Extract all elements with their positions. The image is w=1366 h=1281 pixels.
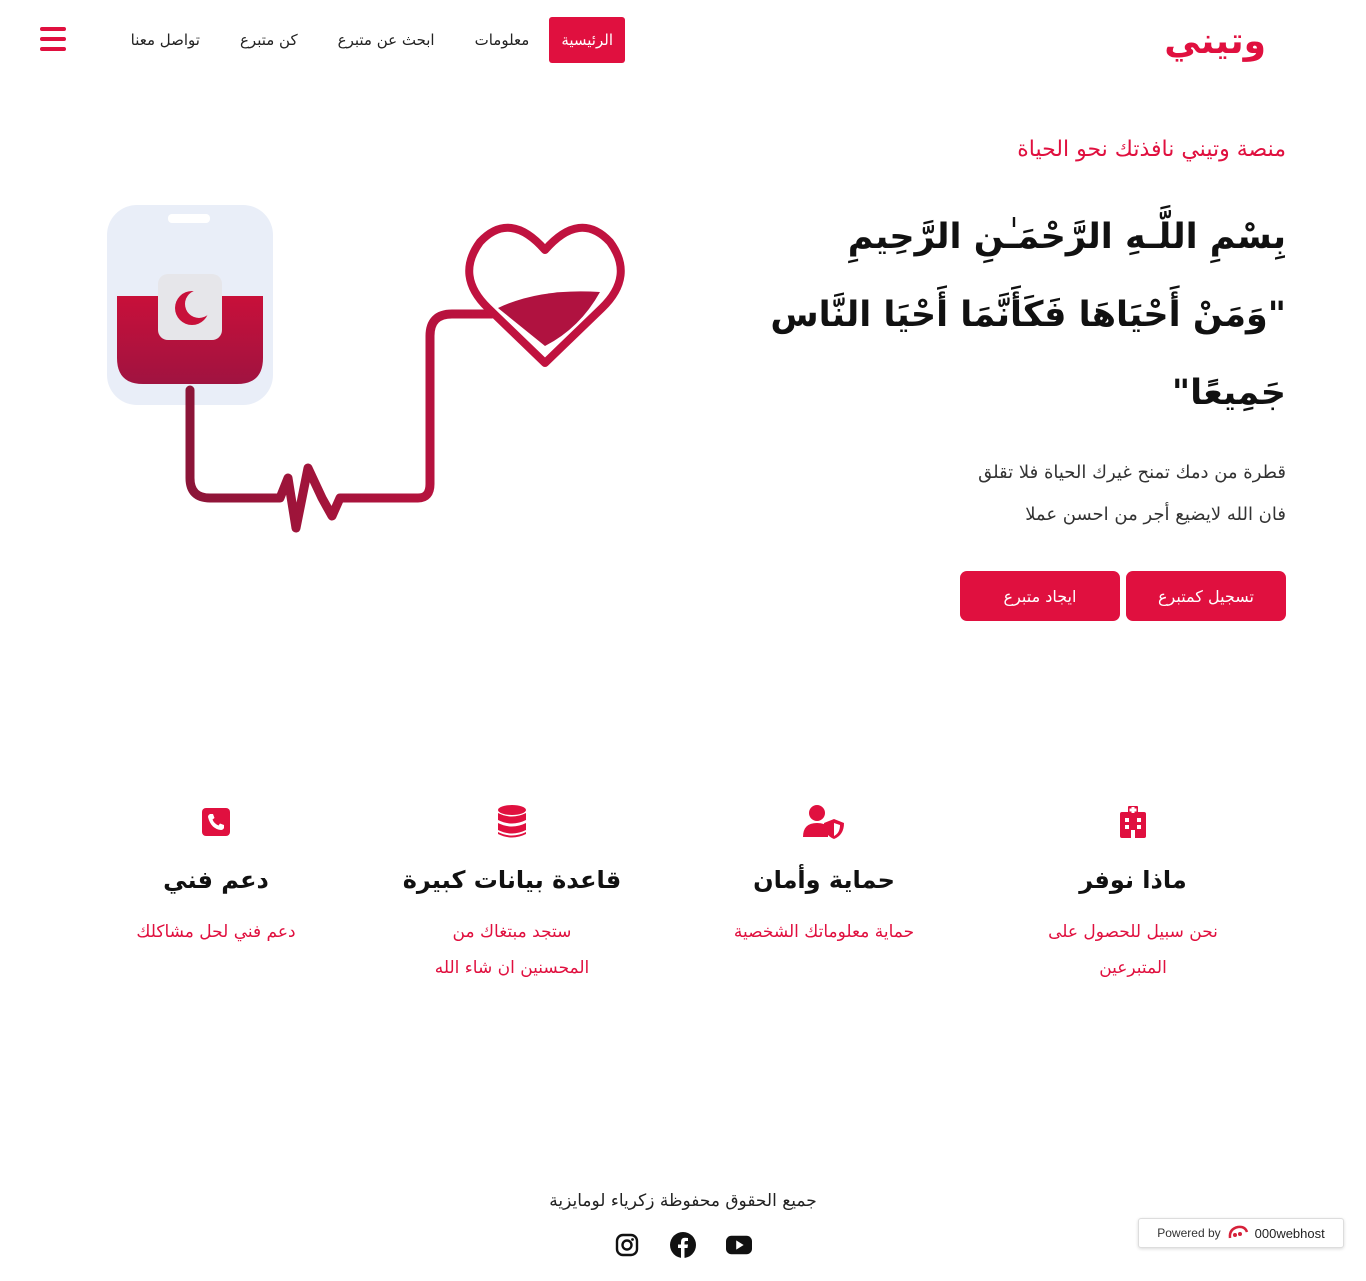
- feature-text: ستجد مبتغاك من المحسنين ان شاء الله: [434, 922, 590, 978]
- nav-item-become-donor[interactable]: كن متبرع: [220, 17, 318, 63]
- nav-item-contact[interactable]: تواصل معنا: [111, 17, 220, 63]
- nav-item-info[interactable]: معلومات: [455, 17, 550, 63]
- verse-line-3: جَمِيعًا": [1171, 373, 1286, 413]
- hosting-badge[interactable]: Powered by 000webhost: [1138, 1218, 1344, 1248]
- footer-copyright: جميع الحقوق محفوظة زكرياء لومايزية: [549, 1191, 817, 1211]
- desc-line-1: قطرة من دمك تمنح غيرك الحياة فلا تقلق: [978, 462, 1286, 483]
- blood-bag-illustration: [107, 205, 625, 533]
- feature-title: دعم فني: [163, 866, 269, 894]
- main-nav: الرئيسية معلومات ابحث عن متبرع كن متبرع …: [80, 17, 625, 63]
- webhost-logo-icon: [1228, 1225, 1248, 1239]
- feature-what-we-offer: ماذا نوفر نحن سبيل للحصول على المتبرعين: [1013, 800, 1253, 986]
- hamburger-icon[interactable]: [40, 27, 66, 51]
- badge-brand: 000webhost: [1254, 1225, 1325, 1241]
- features-section: ماذا نوفر نحن سبيل للحصول على المتبرعين …: [60, 800, 1286, 1000]
- verse-line-1: بِسْمِ اللَّـهِ الرَّحْمَـٰنِ الرَّحِيمِ: [847, 217, 1286, 257]
- badge-prefix: Powered by: [1157, 1226, 1221, 1240]
- hero-text: منصة وتيني نافذتك نحو الحياة بِسْمِ اللَ…: [726, 128, 1286, 536]
- feature-text: نحن سبيل للحصول على المتبرعين: [1048, 922, 1218, 978]
- phone-icon: [202, 808, 230, 836]
- youtube-icon[interactable]: [726, 1232, 752, 1258]
- hero-buttons: تسجيل كمتبرع ايجاد متبرع: [960, 571, 1286, 621]
- user-shield-icon: [803, 805, 844, 839]
- instagram-icon[interactable]: [614, 1232, 640, 1258]
- feature-text: حماية معلوماتك الشخصية: [733, 922, 915, 942]
- bag-hanger: [168, 214, 210, 223]
- feature-protection: حماية وأمان حماية معلوماتك الشخصية: [704, 800, 944, 950]
- site-logo[interactable]: وتيني: [1164, 20, 1266, 64]
- feature-text: دعم فني لحل مشاكلك: [136, 922, 296, 942]
- facebook-icon[interactable]: [670, 1232, 696, 1258]
- desc-line-2: فان الله لايضيع أجر من احسن عملا: [1025, 504, 1286, 525]
- nav-item-home[interactable]: الرئيسية: [549, 17, 625, 63]
- blood-donation-illustration: [100, 198, 640, 538]
- hero-description: قطرة من دمك تمنح غيرك الحياة فلا تقلق فا…: [726, 452, 1286, 536]
- hospital-icon: [1120, 806, 1146, 838]
- site-header: الرئيسية معلومات ابحث عن متبرع كن متبرع …: [0, 0, 1366, 82]
- feature-title: ماذا نوفر: [1079, 866, 1187, 894]
- feature-title: قاعدة بيانات كبيرة: [402, 866, 622, 894]
- verse-line-2: "وَمَنْ أَحْيَاهَا فَكَأَنَّمَا أَحْيَا …: [770, 295, 1286, 335]
- nav-item-search-donor[interactable]: ابحث عن متبرع: [318, 17, 455, 63]
- find-donor-button[interactable]: ايجاد متبرع: [960, 571, 1120, 621]
- feature-database: قاعدة بيانات كبيرة ستجد مبتغاك من المحسن…: [392, 800, 632, 986]
- hero-tagline: منصة وتيني نافذتك نحو الحياة: [1017, 137, 1286, 162]
- hero-verse: بِسْمِ اللَّـهِ الرَّحْمَـٰنِ الرَّحِيمِ…: [726, 198, 1286, 432]
- feature-title: حماية وأمان: [753, 866, 895, 894]
- feature-support: دعم فني دعم فني لحل مشاكلك: [96, 800, 336, 950]
- register-donor-button[interactable]: تسجيل كمتبرع: [1126, 571, 1286, 621]
- database-icon: [498, 805, 526, 838]
